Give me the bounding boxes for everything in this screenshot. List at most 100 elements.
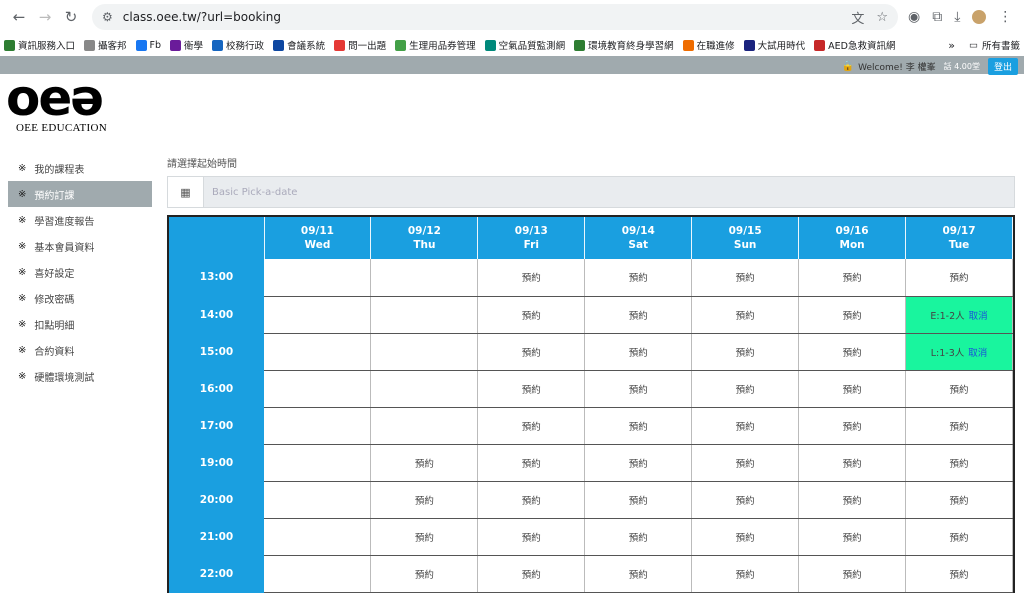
reserve-slot[interactable]: 預約 (584, 407, 693, 445)
reserve-slot[interactable]: 預約 (905, 555, 1013, 593)
reserve-slot[interactable]: 預約 (370, 555, 479, 593)
reserve-slot[interactable]: 預約 (584, 333, 693, 371)
reserve-slot[interactable]: 預約 (477, 296, 586, 334)
reserve-slot[interactable]: 預約 (905, 407, 1013, 445)
star-icon[interactable]: ☆ (876, 10, 888, 25)
bookmarks-more-button[interactable]: » (948, 39, 955, 52)
reserve-slot[interactable]: 預約 (798, 481, 907, 519)
reserve-slot[interactable]: 預約 (691, 296, 800, 334)
reserve-slot[interactable]: 預約 (798, 296, 907, 334)
bookmark-item[interactable]: 資訊服務入口 (4, 38, 75, 52)
menu-icon[interactable]: ⋮ (998, 9, 1012, 25)
reserve-slot[interactable]: 預約 (477, 407, 586, 445)
reserve-slot[interactable]: 預約 (691, 407, 800, 445)
time-slot-row: 13:00 預約 預約 預約 預約 預約 (169, 259, 1013, 297)
sidebar-item[interactable]: ※ 扣點明細 (8, 311, 152, 337)
reserve-slot[interactable]: 預約 (691, 444, 800, 482)
translate-icon[interactable]: 文 (851, 8, 864, 27)
site-info-icon[interactable]: ⚙ (102, 10, 113, 24)
reserve-slot[interactable]: 預約 (477, 518, 586, 556)
reserve-slot[interactable]: 預約 (905, 518, 1013, 556)
forward-icon[interactable]: → (32, 4, 58, 30)
reserve-slot[interactable]: 預約 (798, 555, 907, 593)
download-icon[interactable]: ⤓ (954, 9, 960, 25)
reserve-slot[interactable]: 預約 (691, 518, 800, 556)
reserve-slot[interactable]: 預約 (691, 481, 800, 519)
reserve-slot[interactable]: 預約 (584, 555, 693, 593)
reserve-slot[interactable]: 預約 (584, 518, 693, 556)
reserve-slot[interactable]: 預約 (584, 259, 693, 297)
address-bar[interactable]: ⚙ class.oee.tw/?url=booking 文 ☆ (92, 4, 898, 30)
bookmark-item[interactable]: 在職進修 (682, 38, 735, 52)
bookmark-item[interactable]: 環境教育終身學習網 (574, 38, 674, 52)
reserve-slot[interactable]: 預約 (798, 333, 907, 371)
cancel-link[interactable]: 取消 (968, 348, 987, 359)
bookmark-item[interactable]: AED急救資訊網 (814, 38, 896, 52)
sidebar-item[interactable]: ※ 修改密碼 (8, 285, 152, 311)
reserve-slot[interactable]: 預約 (477, 333, 586, 371)
bookmark-item[interactable]: Fb (135, 39, 161, 51)
reserve-slot[interactable]: 預約 (584, 481, 693, 519)
bookmark-item[interactable]: 會議系統 (273, 38, 325, 52)
reserve-slot[interactable]: 預約 (584, 370, 693, 408)
sidebar-item[interactable]: ※ 學習進度報告 (8, 207, 152, 233)
reserve-slot[interactable]: 預約 (477, 481, 586, 519)
reload-icon[interactable]: ↻ (58, 4, 84, 30)
all-bookmarks-button[interactable]: ▭ 所有書籤 (969, 38, 1020, 53)
reserve-slot[interactable]: 預約 (584, 296, 693, 334)
reserve-slot[interactable]: 預約 (798, 444, 907, 482)
reserve-slot[interactable]: 預約 (691, 370, 800, 408)
reserve-slot[interactable]: 預約 (905, 481, 1013, 519)
time-slot-row: 16:00 預約 預約 預約 預約 預約 (169, 370, 1013, 408)
sidebar-menu: ※ 我的課程表 ※ 預約訂課 ※ 學習進度報告 ※ 基本會員資料 ※ 喜好設定 ※ 修改密碼 ※ 扣點明細… (8, 155, 152, 389)
reserve-slot[interactable]: 預約 (477, 444, 586, 482)
reserve-slot[interactable]: 預約 (370, 481, 479, 519)
bookmark-item[interactable]: 衛學 (170, 38, 203, 52)
reserve-slot[interactable]: 預約 (798, 518, 907, 556)
date-input[interactable]: Basic Pick-a-date (204, 187, 297, 198)
reserve-slot[interactable]: 預約 (691, 333, 800, 371)
logout-button[interactable]: 登出 (987, 58, 1018, 75)
date-picker[interactable]: ▦ Basic Pick-a-date (167, 176, 1015, 208)
bookmark-item[interactable]: 生理用品券管理 (395, 38, 476, 52)
puzzle-icon[interactable]: ⧉ (932, 9, 942, 25)
sidebar-item[interactable]: ※ 硬體環境測試 (8, 363, 152, 389)
reserve-slot[interactable]: 預約 (905, 259, 1013, 297)
sidebar-item[interactable]: ※ 合約資料 (8, 337, 152, 363)
reserve-slot[interactable]: 預約 (691, 555, 800, 593)
bookmark-item[interactable]: 大試用時代 (743, 38, 805, 52)
day-header: 09/13 Fri (477, 217, 586, 259)
reserve-slot[interactable]: 預約 (370, 518, 479, 556)
reserve-slot[interactable]: 預約 (477, 259, 586, 297)
reserve-slot[interactable]: 預約 (798, 370, 907, 408)
reserve-slot[interactable]: 預約 (477, 370, 586, 408)
extension-icon[interactable]: ◉ (908, 9, 920, 25)
calendar-icon[interactable]: ▦ (168, 177, 204, 207)
bookmark-item[interactable]: 攝客邦 (84, 38, 127, 52)
bookmark-item[interactable]: 問一出題 (334, 38, 386, 52)
cancel-link[interactable]: 取消 (969, 311, 988, 322)
reserve-slot[interactable]: 預約 (905, 444, 1013, 482)
reserve-slot[interactable]: 預約 (798, 259, 907, 297)
site-logo[interactable]: oeə OEE EDUCATION (6, 73, 116, 134)
day-date: 09/13 (514, 225, 548, 237)
avatar[interactable] (972, 10, 987, 24)
time-label: 20:00 (169, 481, 264, 519)
sidebar-item[interactable]: ※ 基本會員資料 (8, 233, 152, 259)
reserve-slot[interactable]: 預約 (905, 370, 1013, 408)
reserve-slot[interactable]: 預約 (370, 444, 479, 482)
reserve-slot[interactable]: 預約 (691, 259, 800, 297)
reserve-slot[interactable]: 預約 (584, 444, 693, 482)
bookmark-item[interactable]: 空氣品質監測網 (484, 38, 565, 52)
bookmark-favicon-icon (4, 39, 15, 51)
reserve-slot[interactable]: 預約 (477, 555, 586, 593)
back-icon[interactable]: ← (6, 4, 32, 30)
bookmark-label: AED急救資訊網 (828, 41, 896, 52)
reserve-slot[interactable]: 預約 (798, 407, 907, 445)
sidebar-item[interactable]: ※ 預約訂課 (8, 181, 152, 207)
sidebar-item[interactable]: ※ 喜好設定 (8, 259, 152, 285)
url-text[interactable]: class.oee.tw/?url=booking (123, 10, 840, 24)
bookmark-item[interactable]: 校務行政 (212, 38, 264, 52)
sidebar-item[interactable]: ※ 我的課程表 (8, 155, 152, 181)
empty-slot (370, 296, 479, 334)
